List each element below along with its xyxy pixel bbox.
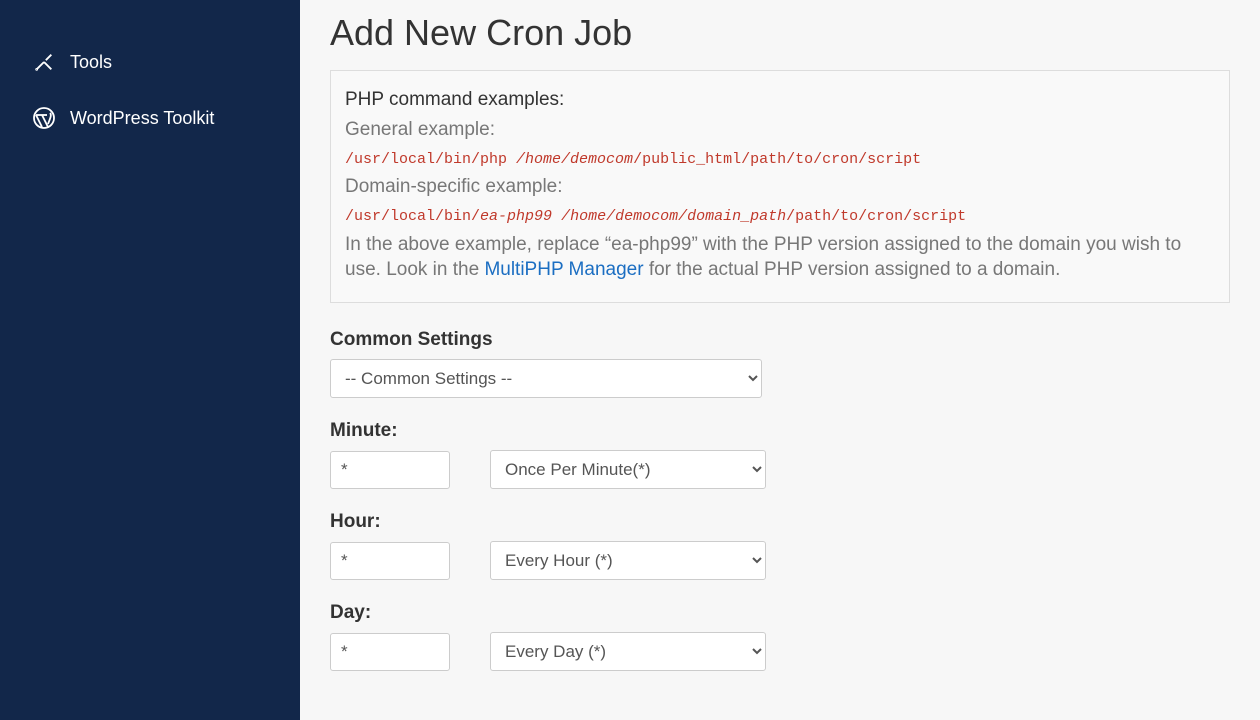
- multiphp-manager-link[interactable]: MultiPHP Manager: [484, 259, 643, 280]
- common-settings-select[interactable]: -- Common Settings --: [330, 359, 762, 398]
- sidebar-item-tools[interactable]: Tools: [0, 34, 300, 90]
- sidebar-item-label: Tools: [70, 52, 112, 73]
- tools-icon: [32, 50, 56, 74]
- php-examples-box: PHP command examples: General example: /…: [330, 70, 1230, 303]
- sidebar: Tools WordPress Toolkit: [0, 0, 300, 720]
- minute-label: Minute:: [330, 420, 1230, 442]
- day-input[interactable]: [330, 633, 450, 671]
- hour-input[interactable]: [330, 542, 450, 580]
- page-title: Add New Cron Job: [330, 12, 1230, 54]
- common-settings-label: Common Settings: [330, 329, 1230, 351]
- day-label: Day:: [330, 602, 1230, 624]
- domain-example-label: Domain-specific example:: [345, 176, 1215, 198]
- minute-select[interactable]: Once Per Minute(*): [490, 450, 766, 489]
- examples-note: In the above example, replace “ea-php99”…: [345, 233, 1215, 282]
- general-example-label: General example:: [345, 119, 1215, 141]
- main-content: Add New Cron Job PHP command examples: G…: [300, 0, 1260, 720]
- general-example-code: /usr/local/bin/php /home/democom/public_…: [345, 151, 1215, 168]
- examples-heading: PHP command examples:: [345, 89, 1215, 111]
- minute-input[interactable]: [330, 451, 450, 489]
- hour-select[interactable]: Every Hour (*): [490, 541, 766, 580]
- domain-example-code: /usr/local/bin/ea-php99 /home/democom/do…: [345, 208, 1215, 225]
- day-select[interactable]: Every Day (*): [490, 632, 766, 671]
- hour-label: Hour:: [330, 511, 1230, 533]
- sidebar-item-label: WordPress Toolkit: [70, 108, 214, 129]
- wordpress-icon: [32, 106, 56, 130]
- sidebar-item-wordpress-toolkit[interactable]: WordPress Toolkit: [0, 90, 300, 146]
